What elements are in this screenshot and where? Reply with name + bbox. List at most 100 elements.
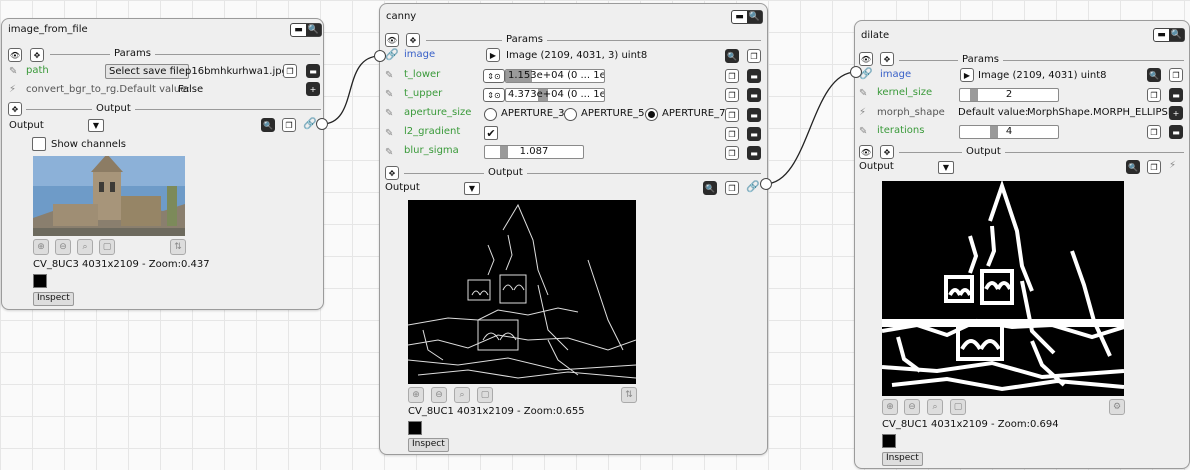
inspect-button[interactable]: Inspect (882, 452, 923, 466)
node-title: image_from_file (8, 24, 88, 35)
color-swatch[interactable] (882, 434, 896, 448)
full-view-icon[interactable]: ▢ (99, 239, 115, 255)
zoom-fit-icon[interactable]: ⌕ (927, 399, 943, 415)
copy-icon[interactable]: ❐ (725, 69, 739, 83)
output-dropdown[interactable]: ▼ (88, 119, 104, 132)
image-label: image (880, 69, 912, 80)
copy-icon[interactable]: ❐ (1147, 160, 1161, 174)
dilated-preview[interactable] (882, 181, 1124, 396)
zoom-fit-icon[interactable]: ⌕ (77, 239, 93, 255)
reset-icon[interactable]: ▬ (747, 69, 761, 83)
eye-icon[interactable]: 👁 (859, 52, 873, 66)
reset-icon[interactable]: ▬ (747, 108, 761, 122)
l2-gradient-checkbox[interactable]: ✔ (484, 126, 498, 140)
aperture-7-radio[interactable] (645, 108, 658, 121)
output-pin[interactable] (316, 118, 328, 130)
separator (426, 40, 761, 41)
expand-icon[interactable]: ✥ (8, 102, 22, 116)
zoom-in-icon[interactable]: ⊕ (33, 239, 49, 255)
node-menu-buttons[interactable]: ▬ 🔍 (1153, 28, 1185, 42)
zoom-out-icon[interactable]: ⊖ (431, 387, 447, 403)
zoom-fit-icon[interactable]: ⌕ (454, 387, 470, 403)
reset-icon[interactable]: ▬ (1169, 88, 1183, 102)
zoom-in-icon[interactable]: ⊕ (408, 387, 424, 403)
expand-icon[interactable]: ✥ (880, 52, 894, 66)
image-preview[interactable] (33, 156, 185, 236)
add-icon[interactable]: + (1169, 106, 1183, 120)
morph-shape-label: morph_shape (877, 107, 945, 118)
copy-icon[interactable]: ❐ (283, 64, 297, 78)
copy-icon[interactable]: ❐ (725, 88, 739, 102)
show-channels-checkbox[interactable] (32, 137, 46, 151)
t-lower-field[interactable]: 1.153e+04 (0 ... 1e+05) (505, 69, 605, 83)
copy-icon[interactable]: ❐ (282, 118, 296, 132)
eye-icon[interactable]: 👁 (8, 48, 22, 62)
kernel-size-slider[interactable]: 2 (959, 88, 1059, 102)
reset-icon[interactable]: ▬ (747, 146, 761, 160)
reset-icon[interactable]: ▬ (747, 127, 761, 141)
output-dropdown[interactable]: ▼ (938, 161, 954, 174)
zoom-icon[interactable]: 🔍 (725, 49, 739, 63)
copy-icon[interactable]: ❐ (725, 146, 739, 160)
color-swatch[interactable] (33, 274, 47, 288)
link-icon[interactable]: 🔗 (746, 180, 760, 193)
spinner-icon[interactable]: ⇕⊙ (483, 88, 505, 102)
inspect-button[interactable]: Inspect (33, 292, 74, 306)
edges-preview[interactable] (408, 200, 636, 384)
copy-icon[interactable]: ❐ (1169, 68, 1183, 82)
input-pin[interactable] (374, 50, 386, 62)
zoom-icon[interactable]: 🔍 (261, 118, 275, 132)
settings-icon[interactable]: ⇅ (170, 239, 186, 255)
zoom-icon[interactable]: 🔍 (1147, 68, 1161, 82)
zoom-in-icon[interactable]: ⊕ (882, 399, 898, 415)
blur-sigma-label: blur_sigma (404, 145, 459, 156)
node-canny[interactable]: canny ▬ 🔍 👁 ✥ Params 🔗 image ▶ Image (210… (379, 3, 768, 455)
input-pin[interactable] (850, 66, 862, 78)
zoom-icon[interactable]: 🔍 (703, 181, 717, 195)
blur-sigma-slider[interactable]: 1.087 (484, 145, 584, 159)
copy-icon[interactable]: ❐ (1147, 125, 1161, 139)
reset-icon[interactable]: ▬ (306, 64, 320, 78)
color-swatch[interactable] (408, 421, 422, 435)
reset-icon[interactable]: ▬ (747, 88, 761, 102)
plug-icon[interactable]: ⚡ (1169, 160, 1176, 171)
node-menu-buttons[interactable]: ▬ 🔍 (731, 10, 763, 24)
expand-icon[interactable]: ✥ (406, 33, 420, 47)
t-upper-field[interactable]: 4.373e+04 (0 ... 1e+05) (505, 88, 605, 102)
zoom-out-icon[interactable]: ⊖ (904, 399, 920, 415)
copy-icon[interactable]: ❐ (725, 108, 739, 122)
copy-icon[interactable]: ❐ (725, 181, 739, 195)
select-save-file-button[interactable]: Select save file (105, 64, 189, 79)
full-view-icon[interactable]: ▢ (950, 399, 966, 415)
minimize-icon: ▬ (732, 11, 748, 23)
copy-icon[interactable]: ❐ (747, 49, 761, 63)
eye-icon[interactable]: 👁 (859, 145, 873, 159)
expand-icon[interactable]: ✥ (880, 145, 894, 159)
copy-icon[interactable]: ❐ (1147, 88, 1161, 102)
iterations-slider[interactable]: 4 (959, 125, 1059, 139)
node-menu-buttons[interactable]: ▬ 🔍 (290, 23, 322, 37)
path-value: p16bmhkurhwa1.jpg (185, 66, 288, 77)
settings-icon[interactable]: ⇅ (621, 387, 637, 403)
reset-icon[interactable]: ▬ (1169, 125, 1183, 139)
settings-icon[interactable]: ⚙ (1109, 399, 1125, 415)
add-icon[interactable]: + (306, 82, 320, 96)
aperture-5-radio[interactable] (564, 108, 577, 121)
link-icon[interactable]: 🔗 (303, 117, 317, 130)
spinner-icon[interactable]: ⇕⊙ (483, 69, 505, 83)
node-dilate[interactable]: dilate ▬ 🔍 👁 ✥ Params 🔗 image ▶ Image (21… (854, 20, 1190, 469)
copy-icon[interactable]: ❐ (725, 127, 739, 141)
output-dropdown[interactable]: ▼ (464, 182, 480, 195)
full-view-icon[interactable]: ▢ (477, 387, 493, 403)
zoom-icon[interactable]: 🔍 (1126, 160, 1140, 174)
node-image-from-file[interactable]: image_from_file ▬ 🔍 👁 ✥ Params ✎ path Sel… (1, 18, 324, 310)
expand-icon[interactable]: ✥ (385, 166, 399, 180)
inspect-button[interactable]: Inspect (408, 438, 449, 452)
eye-icon[interactable]: 👁 (385, 33, 399, 47)
play-icon[interactable]: ▶ (486, 48, 500, 62)
play-icon[interactable]: ▶ (960, 68, 974, 82)
output-pin[interactable] (760, 178, 772, 190)
expand-icon[interactable]: ✥ (30, 48, 44, 62)
zoom-out-icon[interactable]: ⊖ (55, 239, 71, 255)
aperture-3-radio[interactable] (484, 108, 497, 121)
